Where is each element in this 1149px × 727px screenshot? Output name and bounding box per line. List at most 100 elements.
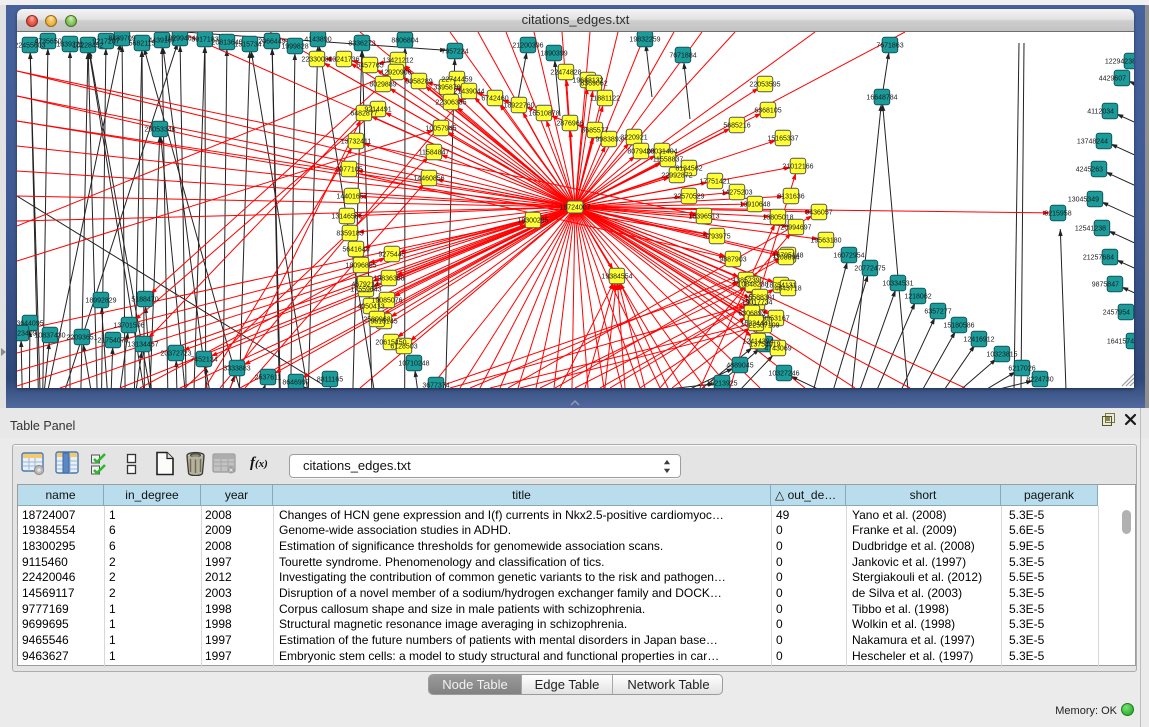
svg-text:8336273: 8336273 [348, 41, 375, 48]
svg-text:7957224: 7957224 [441, 49, 468, 56]
svg-text:8134562: 8134562 [675, 166, 702, 173]
svg-text:22474828: 22474828 [550, 70, 581, 77]
svg-text:11584847: 11584847 [419, 150, 450, 157]
svg-text:12294238: 12294238 [1105, 59, 1134, 66]
svg-text:4743069: 4743069 [764, 346, 791, 353]
svg-text:13045349: 13045349 [1068, 197, 1099, 204]
svg-text:13701506: 13701506 [113, 323, 144, 330]
svg-text:13421212: 13421212 [382, 58, 413, 65]
svg-text:7671884: 7671884 [669, 53, 696, 60]
svg-text:17751421: 17751421 [699, 179, 730, 186]
svg-text:10710248: 10710248 [398, 361, 429, 368]
svg-text:6128503: 6128503 [390, 344, 417, 351]
svg-text:19832259: 19832259 [629, 37, 660, 44]
svg-text:9275445: 9275445 [378, 252, 405, 259]
svg-text:29053346: 29053346 [144, 127, 175, 134]
svg-text:9958289: 9958289 [405, 79, 432, 86]
svg-text:19563180: 19563180 [810, 238, 841, 245]
svg-text:11881122: 11881122 [590, 96, 620, 103]
svg-text:1890399: 1890399 [540, 51, 567, 58]
svg-text:9983893: 9983893 [595, 137, 622, 144]
svg-text:2876966: 2876966 [556, 121, 583, 128]
svg-text:18096865: 18096865 [345, 263, 376, 270]
svg-text:8224730: 8224730 [1026, 377, 1053, 384]
svg-text:8685577: 8685577 [581, 128, 608, 135]
svg-text:8646997: 8646997 [282, 380, 309, 387]
svg-text:16510878: 16510878 [528, 111, 559, 118]
svg-text:9887903: 9887903 [719, 257, 746, 264]
svg-text:18300295: 18300295 [517, 218, 548, 225]
svg-text:19384554: 19384554 [601, 274, 632, 281]
svg-text:21257684: 21257684 [1083, 255, 1114, 262]
svg-text:10323815: 10323815 [986, 352, 1017, 359]
svg-text:20372723: 20372723 [160, 351, 191, 358]
svg-text:15165337: 15165337 [767, 136, 798, 143]
svg-text:16648784: 16648784 [866, 95, 897, 102]
svg-text:16213925: 16213925 [706, 381, 737, 388]
svg-text:10334531: 10334531 [882, 281, 913, 288]
svg-text:5188470: 5188470 [131, 297, 158, 304]
svg-text:1108894: 1108894 [773, 255, 800, 262]
svg-text:22093651: 22093651 [66, 335, 97, 342]
svg-text:13241736: 13241736 [328, 57, 359, 64]
svg-text:4679214: 4679214 [351, 282, 378, 289]
svg-text:20772475: 20772475 [854, 266, 885, 273]
svg-text:15588301: 15588301 [744, 295, 775, 302]
svg-text:18724007: 18724007 [559, 205, 590, 212]
svg-text:13732411: 13732411 [341, 139, 372, 146]
svg-text:10848230: 10848230 [737, 282, 768, 289]
svg-text:9436057: 9436057 [805, 210, 832, 217]
svg-text:7671863: 7671863 [876, 43, 903, 50]
svg-text:21754078: 21754078 [97, 338, 128, 345]
svg-text:6368105: 6368105 [754, 108, 781, 115]
svg-text:13910648: 13910648 [739, 202, 770, 209]
svg-text:22570529: 22570529 [673, 194, 704, 201]
svg-text:22744459: 22744459 [441, 77, 472, 84]
svg-text:2457954: 2457954 [1103, 310, 1130, 317]
svg-text:6742460: 6742460 [481, 96, 508, 103]
svg-text:10057945: 10057945 [425, 126, 456, 133]
svg-text:3220921: 3220921 [620, 135, 647, 142]
svg-text:6357277: 6357277 [924, 309, 951, 316]
svg-text:14275203: 14275203 [721, 190, 752, 197]
svg-text:10837430: 10837430 [34, 333, 65, 340]
svg-text:4050413: 4050413 [357, 304, 384, 311]
svg-text:22306335: 22306335 [435, 100, 466, 107]
svg-text:15180586: 15180586 [943, 323, 974, 330]
svg-text:12414394: 12414394 [742, 339, 773, 346]
svg-text:8806804: 8806804 [391, 38, 418, 45]
svg-text:21439044: 21439044 [453, 89, 484, 96]
svg-text:3677374: 3677374 [422, 383, 449, 389]
svg-text:16415740: 16415740 [1107, 339, 1134, 346]
svg-text:22992872: 22992872 [661, 173, 692, 180]
svg-text:13134457: 13134457 [127, 342, 158, 349]
svg-text:21200396: 21200396 [512, 43, 543, 50]
svg-text:18922760: 18922760 [503, 103, 534, 110]
svg-text:3333883: 3333883 [223, 366, 250, 373]
svg-text:18992829: 18992829 [85, 298, 116, 305]
svg-text:5685216: 5685216 [723, 123, 750, 130]
svg-text:4843718: 4843718 [774, 286, 801, 293]
svg-text:5793975: 5793975 [703, 234, 730, 241]
svg-text:8029889: 8029889 [369, 82, 396, 89]
svg-text:3131636: 3131636 [777, 194, 804, 201]
svg-text:2580963: 2580963 [363, 317, 390, 324]
svg-text:5641643: 5641643 [342, 247, 369, 254]
svg-text:8215958: 8215958 [1044, 211, 1071, 218]
svg-text:14460856: 14460856 [413, 176, 444, 183]
svg-text:8359183: 8359183 [336, 231, 363, 238]
svg-text:4429607: 4429607 [1099, 76, 1126, 83]
svg-text:13805018: 13805018 [762, 215, 793, 222]
svg-text:8369062: 8369062 [580, 81, 607, 88]
svg-text:16396513: 16396513 [688, 214, 719, 221]
svg-text:10327246: 10327246 [768, 371, 799, 378]
svg-text:1999828: 1999828 [281, 44, 308, 51]
svg-text:20031404: 20031404 [646, 149, 677, 156]
svg-text:14401657: 14401657 [336, 194, 367, 201]
svg-text:8811165: 8811165 [317, 377, 343, 384]
svg-text:13748244: 13748244 [1077, 139, 1108, 146]
svg-text:6306893: 6306893 [738, 311, 765, 318]
svg-text:2537611: 2537611 [255, 375, 282, 382]
svg-text:11558837: 11558837 [653, 157, 684, 164]
svg-text:4143890: 4143890 [304, 37, 331, 44]
